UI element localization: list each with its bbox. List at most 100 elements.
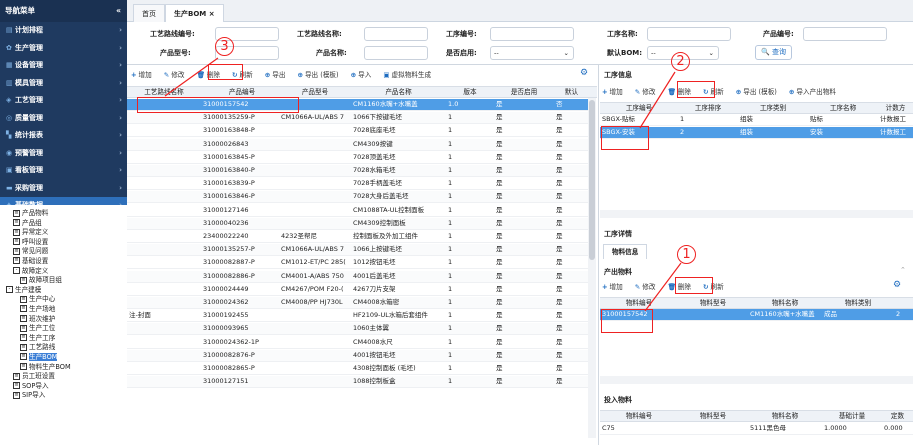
table-row[interactable]: SBGX-贴标 1 组装 贴标 计数报工 <box>600 114 913 126</box>
table-row[interactable]: 31000024362 CM4008/PP HJ730L CM4008水箱密 1 是 是 <box>127 297 589 309</box>
column-header[interactable]: 物料类别 <box>822 298 894 309</box>
column-header[interactable]: 基础计量 <box>822 411 882 422</box>
tree-node[interactable]: - 故障定义 <box>0 267 127 277</box>
tree-node[interactable]: ≡ 常见问题 <box>0 247 127 257</box>
tree-node[interactable]: ≡ SIP导入 <box>0 391 127 401</box>
column-header[interactable]: 物料编号 <box>600 411 678 422</box>
toolbar-button[interactable]: ✎ 修改 <box>635 279 662 295</box>
collapse-icon[interactable]: « <box>116 0 121 22</box>
tree-node[interactable]: ≡ 产品物料 <box>0 209 127 219</box>
column-header[interactable]: 默认 <box>554 87 589 98</box>
column-header[interactable]: 产品名称 <box>351 87 446 98</box>
menu-item[interactable]: ▤ 计划排程 › <box>0 22 127 40</box>
tree-node[interactable]: ≡ 生产中心 <box>0 295 127 305</box>
tab-production-bom[interactable]: 生产BOM × <box>165 4 224 22</box>
table-row[interactable]: 31000135257-P CM1066A-UL/ABS 7 1066上按键毛坯 1 是… <box>127 244 589 257</box>
tab-material-info[interactable]: 物料信息 <box>603 244 648 259</box>
table-row[interactable]: 31000082876-P 4001按钮毛坯 1 是 是 <box>127 349 589 362</box>
menu-item[interactable]: ◈ 工艺管理 › <box>0 92 127 110</box>
menu-item[interactable]: ◉ 预警管理 › <box>0 145 127 163</box>
column-header[interactable]: 物料型号 <box>678 298 748 309</box>
table-row[interactable]: 31000093965 1060主体翼 1 是 是 <box>127 323 589 336</box>
column-header[interactable]: 计数方 <box>878 103 913 114</box>
tree-node-label: 生产中心 <box>29 295 56 304</box>
table-row[interactable]: 31000082887-P CM1012-ET/PC 285(1012按钮毛坯 1 是… <box>127 257 589 270</box>
tree-node[interactable]: ≡ 班次维护 <box>0 315 127 325</box>
table-row[interactable]: 31000040236 CM4309控制面板 1 是 是 <box>127 217 589 230</box>
column-header[interactable]: 工序类别 <box>738 103 808 114</box>
toolbar-button[interactable]: + 增加 <box>602 279 629 295</box>
toolbar-button[interactable]: + 增加 <box>131 67 158 83</box>
table-row[interactable]: 31000127151 1088控制板盒 1 是 是 <box>127 376 589 389</box>
menu-item[interactable]: ▥ 模具管理 › <box>0 75 127 93</box>
tree-node[interactable]: ≡ 基础设置 <box>0 257 127 267</box>
menu-item[interactable]: ✿ 生产管理 › <box>0 40 127 58</box>
table-row[interactable]: 注-封面 31000192455 HF2109-UL水箱后套组件 1 是 是 <box>127 310 589 323</box>
table-row[interactable]: 31000082886-P CM4001-A/ABS 750 4001后盖毛坯 1 是 是 <box>127 270 589 283</box>
toolbar-button[interactable]: ⊕ 导入 <box>351 67 378 83</box>
table-row[interactable]: 31000024362-1P CM4008水尺 1 是 是 <box>127 337 589 349</box>
table-row[interactable]: C75 5111黑色母 1.0000 0.000 <box>600 423 913 435</box>
menu-item[interactable]: ▚ 统计报表 › <box>0 127 127 145</box>
proc-name-input[interactable] <box>647 27 731 41</box>
tree-node[interactable]: ≡ 产品组 <box>0 219 127 229</box>
collapse-up-icon[interactable]: ⌃ <box>900 266 906 274</box>
tree-node[interactable]: ≡ SOP导入 <box>0 382 127 392</box>
query-button[interactable]: 🔍 查询 <box>755 45 792 60</box>
tab-home[interactable]: 首页 <box>133 4 165 22</box>
toolbar-button[interactable]: ✎ 修改 <box>635 84 662 100</box>
tree-node[interactable]: ≡ 故障项目组 <box>0 276 127 286</box>
tree-node[interactable]: ≡ 生产BOM <box>0 352 127 363</box>
table-row[interactable]: 31000163845-P 7028顶盖毛坯 1 是 是 <box>127 152 589 164</box>
tree-node[interactable]: - 生产建模 <box>0 286 127 296</box>
route-name-input[interactable] <box>364 27 428 41</box>
toolbar-button[interactable]: ⊕ 导出 (模板) <box>736 84 783 100</box>
table-row[interactable]: 31000082865-P 4308控制面板 (毛坯) 1 是 是 <box>127 363 589 375</box>
toolbar-button[interactable]: ⊕ 导出 <box>265 67 292 83</box>
table-row[interactable]: 31000127146 CM1088TA-UL控制面板 1 是 是 <box>127 205 589 217</box>
tree-node[interactable]: ≡ 呼叫设置 <box>0 238 127 248</box>
gear-icon[interactable]: ⚙ <box>580 68 588 78</box>
toolbar-button[interactable]: ✎ 修改 <box>164 67 191 83</box>
column-header[interactable]: 工序排序 <box>678 103 738 114</box>
table-row[interactable]: 31000163846-P 7028大身后盖毛坯 1 是 是 <box>127 191 589 204</box>
tree-node[interactable]: ≡ 员工班设置 <box>0 372 127 382</box>
proc-no-input[interactable] <box>490 27 574 41</box>
column-header[interactable]: 工序名称 <box>808 103 878 114</box>
tree-node[interactable]: ≡ 生产工位 <box>0 324 127 334</box>
prod-name-input[interactable] <box>364 46 428 60</box>
table-row[interactable]: 31000163839-P 7028手柄盖毛坯 1 是 是 <box>127 178 589 191</box>
toolbar-button[interactable]: ⊕ 导出 (模板) <box>297 67 344 83</box>
menu-item[interactable]: ▣ 看板管理 › <box>0 162 127 180</box>
column-header[interactable]: 物料编号 <box>600 298 678 309</box>
tree-node[interactable]: ≡ 异常定义 <box>0 228 127 238</box>
prod-no-input[interactable] <box>803 27 887 41</box>
menu-item[interactable]: ▬ 采购管理 › <box>0 180 127 198</box>
table-row[interactable]: 31000026843 CM4309按键 1 是 是 <box>127 138 589 151</box>
column-header[interactable]: 是否启用 <box>494 87 554 98</box>
table-row[interactable]: 31000163840-P 7028水箱毛坯 1 是 是 <box>127 165 589 177</box>
table-row[interactable]: 31000163848-P 7028底座毛坯 1 是 是 <box>127 125 589 138</box>
column-header[interactable]: 物料型号 <box>678 411 748 422</box>
table-row[interactable]: 31000135259-P CM1066A-UL/ABS 7 1066下按键毛坯 1 是… <box>127 112 589 125</box>
enabled-select[interactable]: -- ⌄ <box>490 46 574 60</box>
tree-node[interactable]: ≡ 生产工序 <box>0 334 127 344</box>
menu-item[interactable]: ▦ 设备管理 › <box>0 57 127 75</box>
gear-icon[interactable]: ⚙ <box>893 280 901 290</box>
tree-node[interactable]: ≡ 生产场地 <box>0 305 127 315</box>
tree-node[interactable]: ≡ 工艺路线 <box>0 343 127 353</box>
table-row[interactable]: 23400022240 4232圣帮尼 控制面板及外加工组件 1 是 是 <box>127 231 589 243</box>
column-header[interactable] <box>894 298 913 309</box>
menu-item[interactable]: ◎ 质量管理 › <box>0 110 127 128</box>
column-header[interactable]: 定数 <box>882 411 913 422</box>
table-row[interactable]: 31000024449 CM4267/POM F20-(4267刀片支架 1 是 是 <box>127 284 589 296</box>
enabled-select-value: -- <box>494 49 499 57</box>
column-header[interactable]: 工序编号 <box>600 103 678 114</box>
column-header[interactable]: 物料名称 <box>748 411 822 422</box>
tree-node[interactable]: ≡ 物料生产BOM <box>0 363 127 373</box>
toolbar-button[interactable]: + 增加 <box>602 84 629 100</box>
toolbar-button[interactable]: ▣ 虚拟物料生成 <box>383 67 437 83</box>
column-header[interactable]: 物料名称 <box>748 298 822 309</box>
toolbar-button[interactable]: ⊕ 导入产出物料 <box>789 84 842 100</box>
column-header[interactable]: 版本 <box>446 87 494 98</box>
